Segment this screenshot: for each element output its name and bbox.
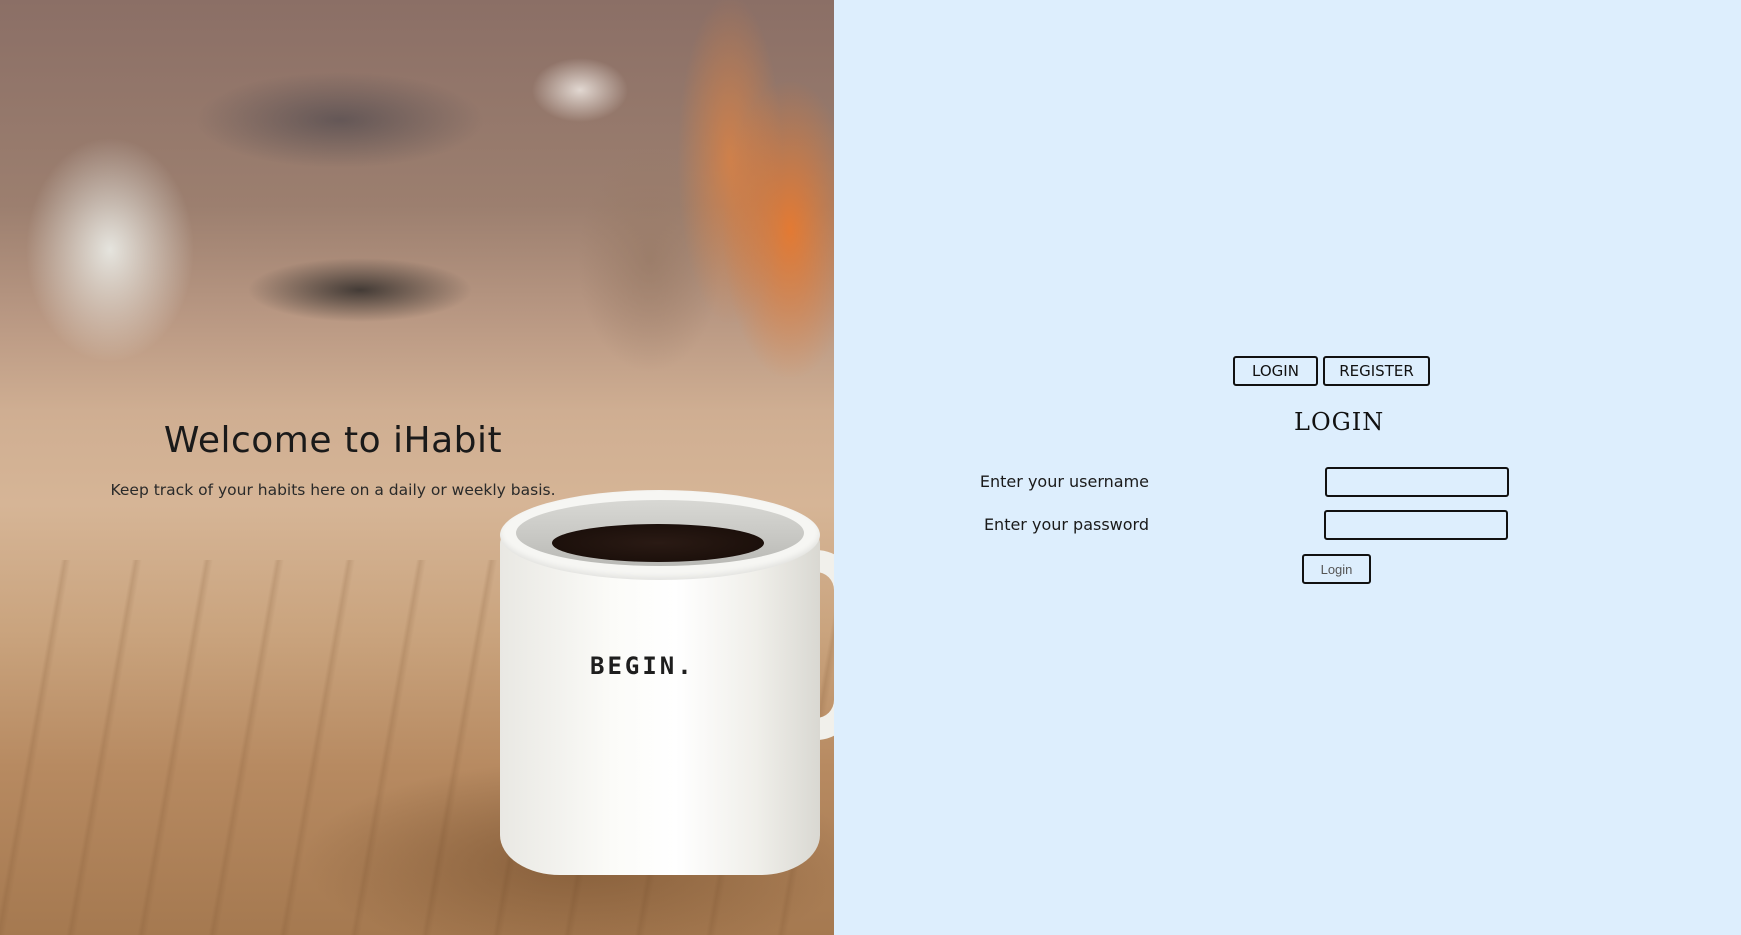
username-row: Enter your username <box>834 467 1741 497</box>
login-submit-button[interactable]: Login <box>1302 554 1371 584</box>
hero-content: Welcome to iHabit Keep track of your hab… <box>0 420 666 499</box>
password-label: Enter your password <box>983 515 1149 534</box>
tab-login-button[interactable]: LOGIN <box>1233 356 1318 386</box>
hero-subtitle: Keep track of your habits here on a dail… <box>110 481 556 499</box>
username-input[interactable] <box>1325 467 1509 497</box>
form-title: LOGIN <box>1294 408 1385 436</box>
password-input[interactable] <box>1324 510 1508 540</box>
mug-coffee <box>552 524 764 562</box>
mug-text: BEGIN. <box>590 652 695 680</box>
auth-panel: LOGIN REGISTER LOGIN Enter your username… <box>834 0 1741 935</box>
page: BEGIN. Welcome to iHabit Keep track of y… <box>0 0 1741 935</box>
tab-register-button[interactable]: REGISTER <box>1323 356 1430 386</box>
mug-body <box>500 530 820 875</box>
hero-title: Welcome to iHabit <box>163 420 503 461</box>
coffee-mug-image: BEGIN. <box>500 490 834 890</box>
password-row: Enter your password <box>834 510 1741 540</box>
auth-tabs: LOGIN REGISTER <box>1233 356 1430 386</box>
username-label: Enter your username <box>979 472 1149 491</box>
hero-section: BEGIN. Welcome to iHabit Keep track of y… <box>0 0 834 935</box>
